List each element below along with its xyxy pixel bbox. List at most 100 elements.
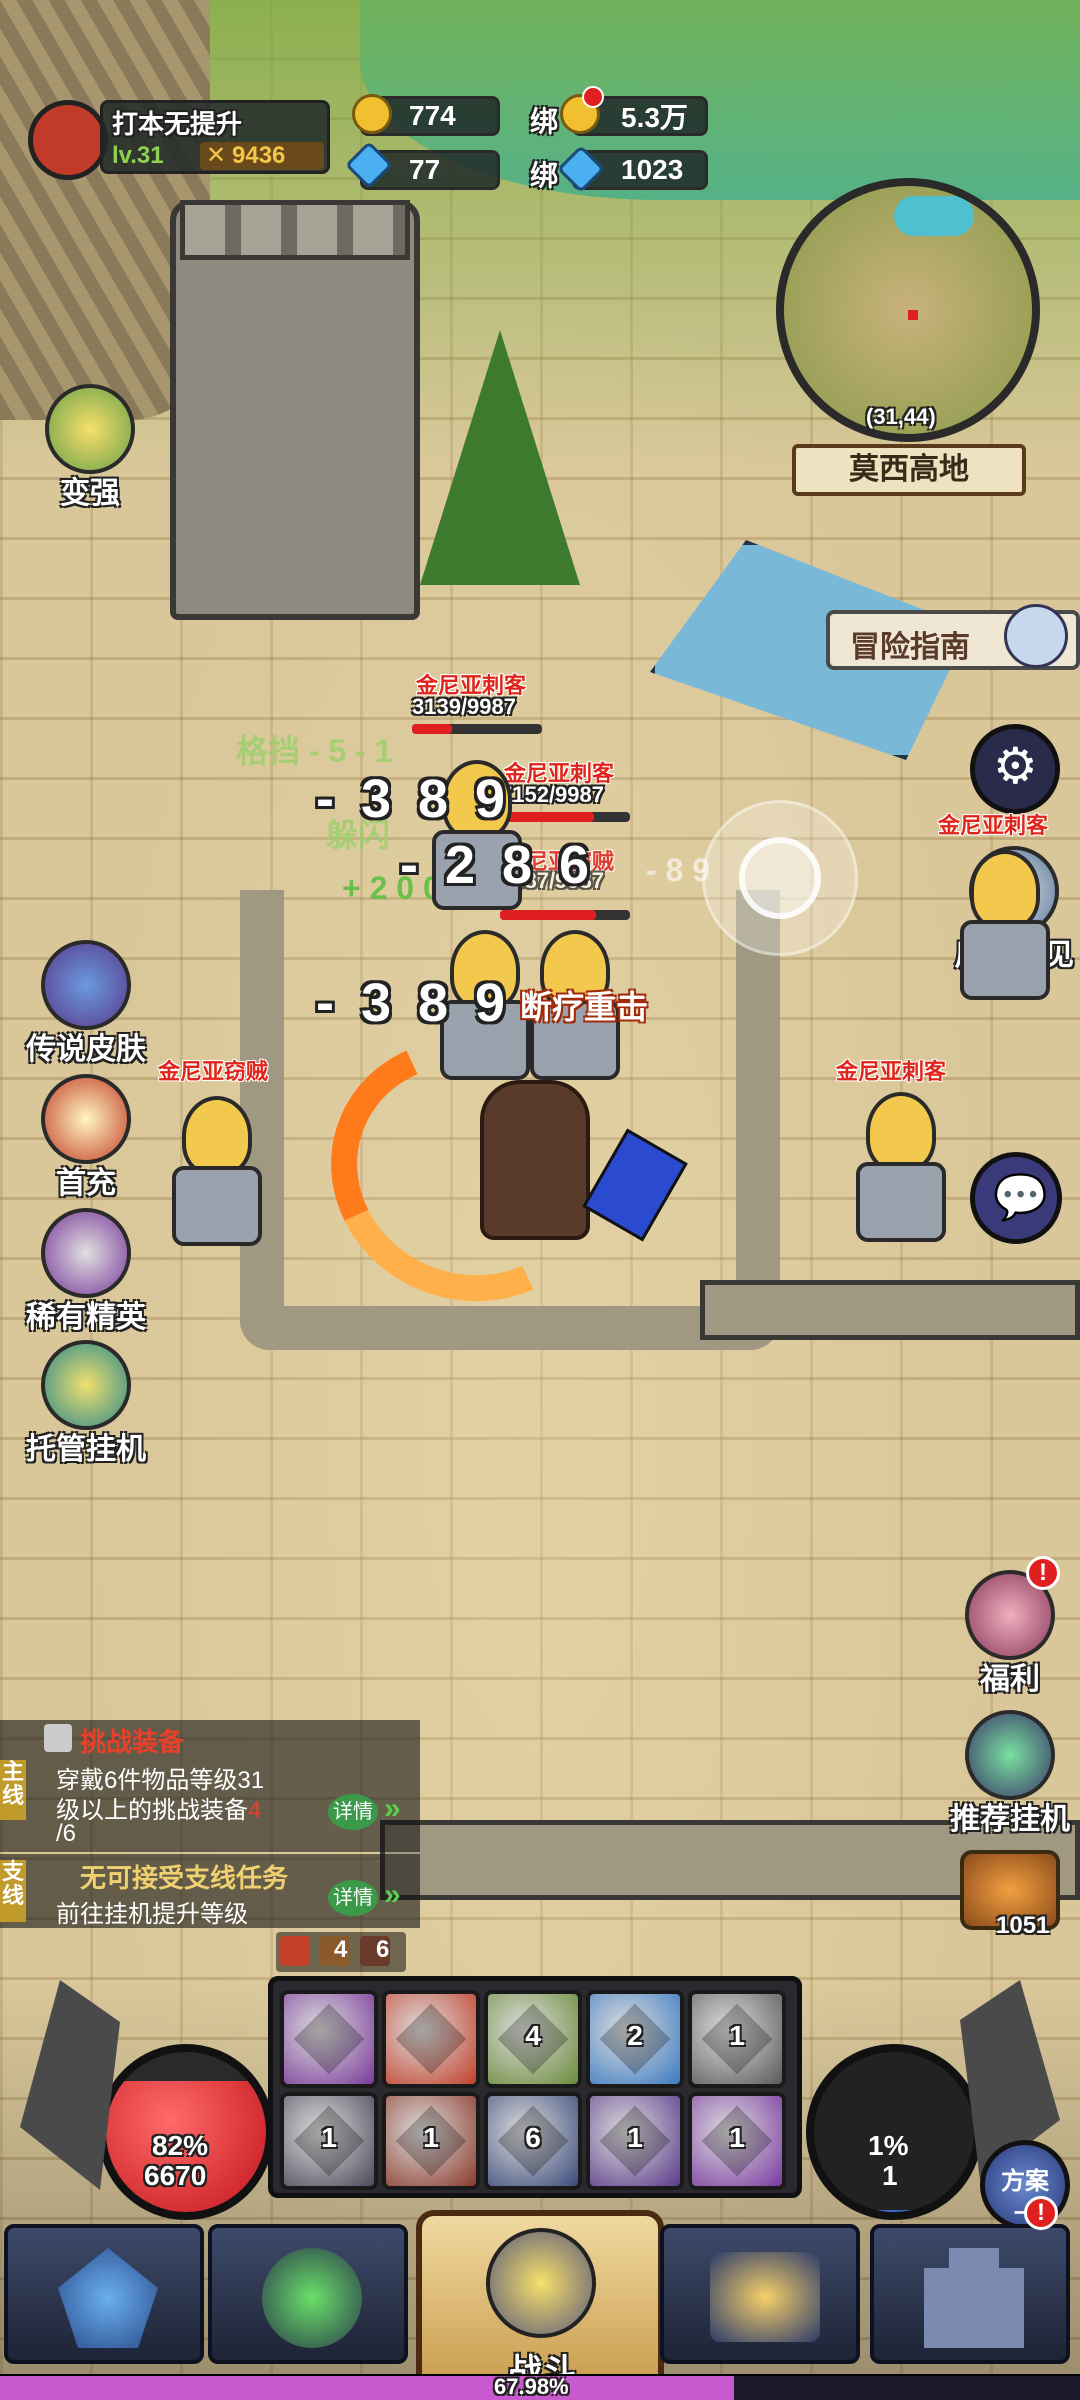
quest-shield-icon bbox=[44, 1724, 72, 1752]
hero-character[interactable] bbox=[480, 1080, 590, 1240]
recommend-idle-button[interactable]: 推荐挂机 bbox=[940, 1710, 1080, 1838]
enemy-hp-fill bbox=[500, 910, 597, 920]
power-badge: ✕ 9436 bbox=[200, 142, 324, 170]
battle-mascot-icon bbox=[486, 2228, 596, 2338]
legendary-skin-label: 传说皮肤 bbox=[26, 1033, 146, 1066]
buff-icons: 4 6 bbox=[276, 1932, 406, 1972]
skill-slot[interactable]: 1 bbox=[382, 2092, 480, 2190]
rare-elite-label: 稀有精英 bbox=[26, 1301, 146, 1334]
first-recharge-button[interactable]: 首充 bbox=[16, 1074, 156, 1202]
enemy-unit[interactable] bbox=[960, 850, 1050, 1000]
mp-value: 1 bbox=[882, 2160, 898, 2191]
settings-button[interactable]: ⚙ bbox=[970, 724, 1060, 814]
castle-icon bbox=[924, 2248, 1024, 2348]
welfare-label: 福利 bbox=[980, 1663, 1040, 1696]
skill-count: 1 bbox=[729, 2122, 745, 2153]
skill-slot[interactable]: 6 bbox=[484, 2092, 582, 2190]
enemy-hp-text: 3139/9987 bbox=[412, 694, 516, 719]
buff-icon bbox=[280, 1936, 310, 1966]
tower bbox=[170, 200, 420, 620]
skill-slot[interactable]: 1 bbox=[280, 2092, 378, 2190]
chat-button[interactable]: 💬 bbox=[970, 1152, 1062, 1244]
exp-bar-fill bbox=[0, 2376, 735, 2400]
bound-gem-value: 1023 bbox=[621, 154, 684, 185]
recommend-idle-label: 推荐挂机 bbox=[950, 1803, 1070, 1836]
main-quest-progress-current: 4 bbox=[248, 1797, 262, 1824]
armor-icon bbox=[58, 2248, 158, 2348]
detail-label: 详情 bbox=[328, 1794, 378, 1830]
joystick-knob[interactable] bbox=[739, 837, 821, 919]
gem-value: 77 bbox=[409, 154, 441, 185]
virtual-joystick[interactable] bbox=[702, 800, 858, 956]
tower-top bbox=[180, 200, 410, 260]
rare-elite-button[interactable]: 稀有精英 bbox=[16, 1208, 156, 1336]
bound-gem-label: 绑 bbox=[530, 160, 559, 191]
minimap[interactable] bbox=[776, 178, 1040, 442]
minimap-coords: (31,44) bbox=[866, 404, 936, 429]
skill-slot[interactable] bbox=[382, 1990, 480, 2088]
buff-count: 4 bbox=[334, 1936, 348, 1963]
bound-gold-value: 5.3万 bbox=[621, 102, 688, 133]
castle-alert-icon: ! bbox=[1024, 2196, 1058, 2230]
exp-percent: 67.98% bbox=[494, 2374, 569, 2399]
strengthen-button[interactable]: 变强 bbox=[20, 384, 160, 512]
main-quest-title: 挑战装备 bbox=[80, 1727, 185, 1757]
far-damage-text: - 8 9 bbox=[646, 852, 711, 888]
skill-slot[interactable]: 2 bbox=[586, 1990, 684, 2088]
enemy-unit[interactable] bbox=[856, 1092, 946, 1242]
nav-pet-button[interactable] bbox=[208, 2224, 408, 2364]
gear-icon: ⚙ bbox=[993, 738, 1038, 794]
nav-forge-button[interactable] bbox=[660, 2224, 860, 2364]
skill-slot[interactable]: 1 bbox=[688, 2092, 786, 2190]
swords-icon: ✕ bbox=[206, 142, 227, 169]
anvil-icon bbox=[710, 2252, 820, 2342]
first-recharge-label: 首充 bbox=[56, 1167, 116, 1200]
power-value: 9436 bbox=[232, 142, 286, 169]
buff-count: 6 bbox=[376, 1936, 390, 1963]
player-avatar[interactable] bbox=[28, 100, 108, 180]
nav-character-button[interactable] bbox=[4, 2224, 204, 2364]
side-quest-detail-button[interactable]: 详情 » bbox=[328, 1874, 426, 1920]
welfare-button[interactable]: 福利 bbox=[940, 1570, 1080, 1698]
demon-helm-icon bbox=[262, 2248, 362, 2348]
enemy-unit[interactable] bbox=[172, 1096, 262, 1246]
skill-icon bbox=[293, 2003, 365, 2075]
auto-idle-icon bbox=[41, 1340, 131, 1430]
guide-label: 冒险指南 bbox=[850, 631, 970, 664]
enemy-name: 金尼亚刺客 bbox=[938, 813, 1049, 838]
block-text: 格挡 - 5 - 1 bbox=[236, 733, 393, 769]
main-quest-detail-button[interactable]: 详情 » bbox=[328, 1788, 426, 1834]
main-quest-progress-total: /6 bbox=[56, 1820, 77, 1847]
damage-number: - 3 8 9 bbox=[316, 769, 512, 829]
welfare-alert-icon: ! bbox=[1026, 1556, 1060, 1590]
skill-count: 1 bbox=[423, 2122, 439, 2153]
auto-idle-button[interactable]: 托管挂机 bbox=[16, 1340, 156, 1468]
nav-battle-button[interactable]: 战斗 bbox=[416, 2210, 664, 2400]
enemy-hp-fill bbox=[412, 724, 453, 734]
skill-slot[interactable]: 1 bbox=[586, 2092, 684, 2190]
enemy-name: 金尼亚窃贼 bbox=[158, 1059, 269, 1084]
damage-number: - 2 8 6 bbox=[400, 835, 596, 895]
legendary-skin-icon bbox=[41, 940, 131, 1030]
skill-icon bbox=[395, 2003, 467, 2075]
skill-slot[interactable] bbox=[280, 1990, 378, 2088]
player-level: lv.31 bbox=[112, 142, 164, 169]
bound-gold-label: 绑 bbox=[530, 106, 559, 137]
nav-castle-button[interactable] bbox=[870, 2224, 1070, 2364]
skill-slot[interactable]: 1 bbox=[688, 1990, 786, 2088]
mp-percent: 1% bbox=[868, 2130, 909, 2161]
chat-icon: 💬 bbox=[993, 1173, 1048, 1222]
skill-count: 4 bbox=[525, 2020, 541, 2051]
damage-number: - 3 8 9 bbox=[316, 973, 512, 1033]
main-quest-desc-2: 级以上的挑战装备4 bbox=[56, 1790, 261, 1825]
skill-count: 6 bbox=[525, 2122, 541, 2153]
adventure-guide-button[interactable]: 冒险指南 bbox=[826, 604, 1080, 670]
enemy-hp-bar bbox=[412, 724, 542, 734]
skill-count: 1 bbox=[321, 2122, 337, 2153]
minimap-water bbox=[894, 196, 974, 236]
skill-slot[interactable]: 4 bbox=[484, 1990, 582, 2088]
legendary-skin-button[interactable]: 传说皮肤 bbox=[16, 940, 156, 1068]
enemy-name: 金尼亚刺客 bbox=[836, 1059, 947, 1084]
side-quest-tag: 支线 bbox=[0, 1860, 26, 1922]
game-screen: 打本无提升 lv.31 ✕ 9436 774 77 绑 5.3万 绑 1023 … bbox=[0, 0, 1080, 2400]
